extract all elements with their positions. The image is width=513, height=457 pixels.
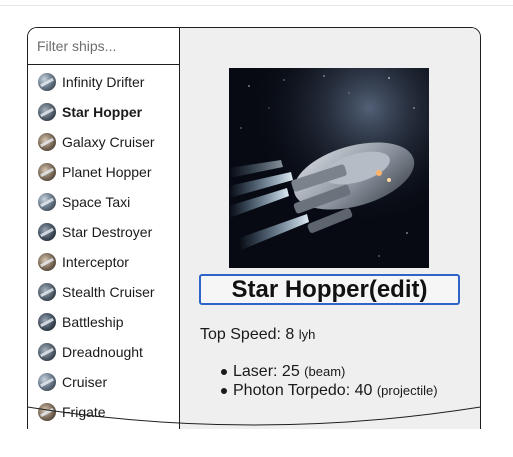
ship-list-item[interactable]: Stealth Cruiser <box>28 277 179 307</box>
spaceship-illustration <box>229 68 429 268</box>
ship-thumbnail-icon <box>38 403 56 421</box>
weapon-value: 40 <box>354 381 373 399</box>
ship-name: Star Destroyer <box>62 224 153 240</box>
ship-thumbnail-icon <box>38 313 56 331</box>
ship-list-item[interactable]: Space Taxi <box>28 187 179 217</box>
weapon-type: (beam) <box>304 364 346 379</box>
ship-thumbnail-icon <box>38 133 56 151</box>
ship-list-item[interactable]: Galaxy Cruiser <box>28 127 179 157</box>
ship-thumbnail-icon <box>38 253 56 271</box>
ship-title: Star Hopper(edit) <box>231 275 428 303</box>
top-speed-unit: lyh <box>298 327 316 342</box>
ship-list-item[interactable]: Frigate <box>28 397 179 427</box>
ship-thumbnail-icon <box>38 283 56 301</box>
top-speed-value: 8 <box>285 326 295 343</box>
ship-name: Infinity Drifter <box>62 74 145 90</box>
ship-list: Infinity Drifter Star Hopper Galaxy Crui… <box>28 65 179 427</box>
weapon-type: (projectile) <box>376 383 438 398</box>
ship-name: Star Hopper <box>62 104 143 120</box>
ship-list-item[interactable]: Interceptor <box>28 247 179 277</box>
ship-thumbnail-icon <box>38 193 56 211</box>
ship-list-item[interactable]: Battleship <box>28 307 179 337</box>
ship-thumbnail-icon <box>38 223 56 241</box>
ship-detail-panel: Star Hopper(edit) Top Speed: 8 lyh Laser… <box>180 28 480 429</box>
weapon-value: 25 <box>281 362 300 380</box>
ship-image <box>229 68 429 268</box>
ship-name: Interceptor <box>62 254 129 270</box>
ship-thumbnail-icon <box>38 343 56 361</box>
filter-field[interactable] <box>28 28 179 65</box>
ship-name: Cruiser <box>62 374 108 390</box>
ship-list-item[interactable]: Infinity Drifter <box>28 67 179 97</box>
ship-browser-window: Infinity Drifter Star Hopper Galaxy Crui… <box>27 27 481 429</box>
ship-list-item[interactable]: Dreadnought <box>28 337 179 367</box>
top-speed-label: Top Speed: <box>200 326 286 343</box>
top-speed: Top Speed: 8 lyh <box>200 326 315 344</box>
ship-thumbnail-icon <box>38 373 56 391</box>
ship-name: Dreadnought <box>62 344 143 360</box>
weapon-item: Photon Torpedo: 40 (projectile) <box>221 381 438 400</box>
ship-list-item-selected[interactable]: Star Hopper <box>28 97 179 127</box>
ship-name: Frigate <box>62 404 106 420</box>
sidebar: Infinity Drifter Star Hopper Galaxy Crui… <box>28 28 180 429</box>
ship-name: Battleship <box>62 314 124 330</box>
ship-name-editor[interactable]: Star Hopper(edit) <box>199 274 460 305</box>
ship-thumbnail-icon <box>38 73 56 91</box>
ship-thumbnail-icon <box>38 103 56 121</box>
weapon-item: Laser: 25 (beam) <box>221 362 438 381</box>
ship-name: Space Taxi <box>62 194 131 210</box>
ship-list-item[interactable]: Cruiser <box>28 367 179 397</box>
weapons-list: Laser: 25 (beam) Photon Torpedo: 40 (pro… <box>221 362 438 400</box>
ship-name: Planet Hopper <box>62 164 152 180</box>
ship-thumbnail-icon <box>38 163 56 181</box>
top-divider <box>0 5 513 6</box>
weapon-label: Photon Torpedo: <box>233 381 351 399</box>
ship-list-item[interactable]: Planet Hopper <box>28 157 179 187</box>
ship-name: Galaxy Cruiser <box>62 134 155 150</box>
weapon-label: Laser: <box>233 362 278 380</box>
filter-input[interactable] <box>37 38 167 54</box>
ship-name: Stealth Cruiser <box>62 284 155 300</box>
ship-list-item[interactable]: Star Destroyer <box>28 217 179 247</box>
